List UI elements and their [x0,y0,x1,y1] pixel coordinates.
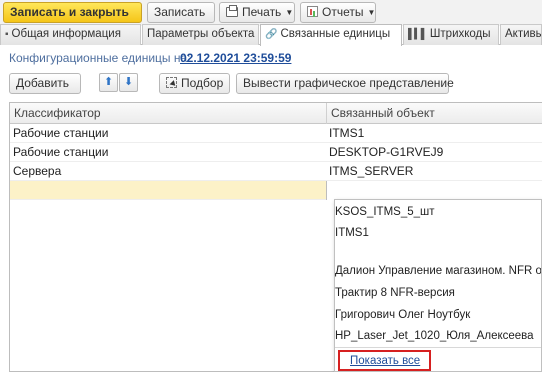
suggestion-item[interactable]: KSOS_ITMS_5_шт [335,201,541,223]
select-icon [166,77,177,88]
move-down-button[interactable]: ⬇ [119,73,138,92]
table-header: Классификатор Связанный объект [10,103,542,124]
suggestion-item[interactable]: Трактир 8 NFR-версия [335,282,541,304]
select-label: Подбор [181,76,224,90]
graph-view-button[interactable]: Вывести графическое представление [236,73,454,94]
suggestion-dropdown: KSOS_ITMS_5_шт ITMS1 Далион Управление м… [334,199,542,372]
move-up-button[interactable]: ⬆ [99,73,118,92]
barcode-icon: ▌▍▌ [408,29,428,40]
toolbar: Записать и закрыть Записать Печать ▼ Отче… [0,0,542,26]
cell-linked-object: ITMS1 [329,126,365,140]
show-all-link[interactable]: Показать все [350,354,420,369]
save-and-close-label: Записать и закрыть [10,5,129,19]
config-date-label: Конфигурационные единицы на: [9,51,191,65]
print-label: Печать [242,5,282,19]
add-button[interactable]: Добавить [9,73,81,94]
suggestion-item[interactable]: Григорович Олег Ноутбук [335,304,541,326]
linked-object-input[interactable] [326,181,542,200]
cell-classifier: Сервера [13,164,62,178]
column-header-classifier[interactable]: Классификатор [10,103,326,124]
select-button[interactable]: Подбор [159,73,230,94]
table-row-editing[interactable] [10,181,542,200]
save-button[interactable]: Записать [147,2,215,23]
tab-bar: ▪ Общая информация Параметры объекта 🔗 Свя… [0,24,542,46]
printer-icon [226,5,238,17]
tab-barcodes[interactable]: ▌▍▌ Штрихкоды [403,24,499,45]
tab-label: Штрихкоды [429,28,491,40]
dropdown-divider [335,347,541,348]
reports-label: Отчеты [322,5,364,19]
graph-view-label: Вывести графическое представление [243,76,454,90]
column-header-linked-object[interactable]: Связанный объект [327,103,542,124]
tab-icon: ▪ [5,29,9,40]
tab-label: Активы [505,28,542,40]
cell-classifier: Рабочие станции [13,145,109,159]
tab-object-params[interactable]: Параметры объекта [142,24,259,45]
cell-linked-object: ITMS_SERVER [329,164,414,178]
chevron-down-icon: ▼ [367,8,376,18]
tab-assets[interactable]: Активы [500,24,542,45]
add-label: Добавить [16,76,70,90]
table-row[interactable]: Рабочие станции ITMS1 [10,124,542,143]
arrow-up-icon: ⬆ [103,76,114,88]
tab-linked-units[interactable]: 🔗 Связанные единицы [260,24,402,46]
tab-label: Общая информация [11,28,121,40]
tab-label: Связанные единицы [280,28,391,40]
cell-classifier: Рабочие станции [13,126,109,140]
chevron-down-icon: ▼ [285,8,294,18]
config-date-link[interactable]: 02.12.2021 23:59:59 [180,51,291,65]
reports-button[interactable]: Отчеты ▼ [300,2,376,23]
save-and-close-button[interactable]: Записать и закрыть [3,2,142,23]
table-row[interactable]: Рабочие станции DESKTOP-G1RVEJ9 [10,143,542,162]
suggestion-item[interactable]: ITMS1 [335,222,541,244]
save-label: Записать [154,5,206,19]
table-row[interactable]: Сервера ITMS_SERVER [10,162,542,181]
tab-general-info[interactable]: ▪ Общая информация [0,24,141,45]
link-icon: 🔗 [265,29,278,40]
suggestion-item[interactable]: Далион Управление магазином. NFR ос [335,260,541,282]
arrow-down-icon: ⬇ [123,76,134,88]
report-icon [307,6,318,17]
tab-label: Параметры объекта [147,28,255,40]
cell-linked-object: DESKTOP-G1RVEJ9 [329,145,444,159]
print-button[interactable]: Печать ▼ [219,2,295,23]
show-all-highlight: Показать все [338,350,431,371]
suggestion-item[interactable]: HP_Laser_Jet_1020_Юля_Алексеева [335,325,541,347]
